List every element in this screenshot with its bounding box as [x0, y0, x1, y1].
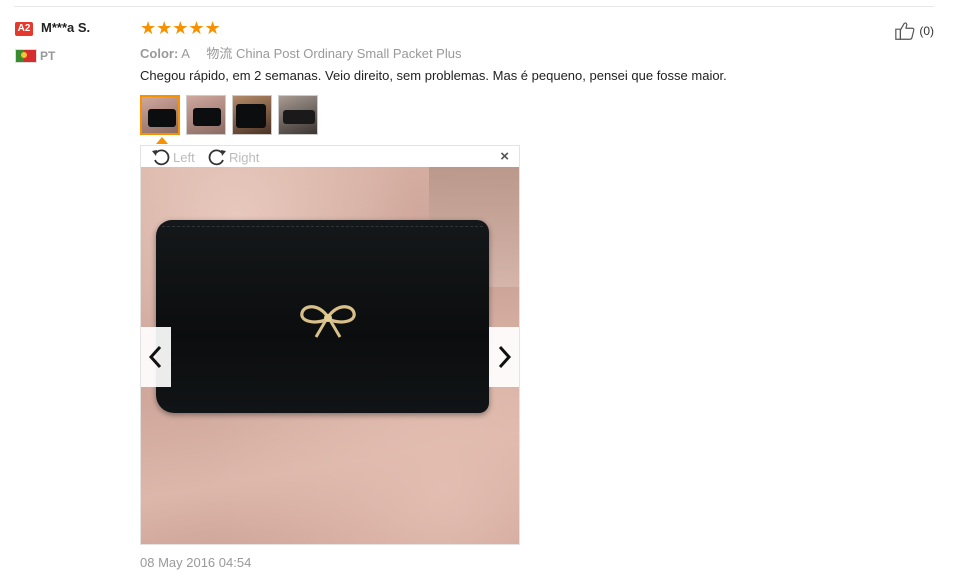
viewer-toolbar: Left Right × — [141, 146, 519, 167]
color-value: A — [181, 46, 190, 61]
thumb-up-icon[interactable] — [894, 20, 916, 42]
close-icon[interactable]: × — [500, 148, 509, 165]
chevron-right-icon — [498, 345, 512, 369]
review-image-thumbnails — [140, 95, 318, 135]
thumbnail-pointer — [156, 137, 168, 144]
rotate-right-label: Right — [229, 149, 260, 165]
rotate-left-label: Left — [173, 149, 195, 165]
country-code: PT — [40, 49, 56, 63]
user-level-badge: A2 — [15, 22, 33, 36]
thumbnail-2[interactable] — [186, 95, 226, 135]
portugal-flag-icon — [15, 49, 37, 63]
previous-image-button[interactable] — [141, 327, 171, 387]
shipping-prefix: 物流 — [206, 46, 233, 61]
top-divider — [14, 6, 934, 7]
rotate-right-icon — [208, 149, 226, 166]
rotate-right-button[interactable]: Right — [207, 148, 259, 166]
bow-ornament — [300, 305, 356, 338]
color-label: Color: — [140, 46, 179, 61]
next-image-button[interactable] — [489, 327, 519, 387]
star-rating: ★★★★★ — [140, 18, 221, 38]
thumbnail-4[interactable] — [278, 95, 318, 135]
order-attributes: Color: A 物流 China Post Ordinary Small Pa… — [140, 43, 461, 62]
rotate-left-button[interactable]: Left — [151, 148, 195, 166]
rotate-left-icon — [152, 149, 170, 166]
thumbnail-1[interactable] — [140, 95, 180, 135]
review-text: Chegou rápido, em 2 semanas. Veio direit… — [140, 68, 727, 83]
chevron-left-icon — [148, 345, 162, 369]
helpful-count: (0) — [919, 24, 934, 38]
shipping-method: China Post Ordinary Small Packet Plus — [236, 46, 462, 61]
review-photo — [141, 167, 519, 544]
wallet-image — [156, 220, 489, 413]
user-name: M***a S. — [41, 20, 91, 35]
thumbnail-3[interactable] — [232, 95, 272, 135]
image-viewer: Left Right × — [140, 145, 520, 545]
close-viewer-button[interactable]: × — [500, 149, 509, 164]
review-date: 08 May 2016 04:54 — [140, 555, 252, 570]
helpful-button[interactable]: (0) — [894, 20, 934, 42]
